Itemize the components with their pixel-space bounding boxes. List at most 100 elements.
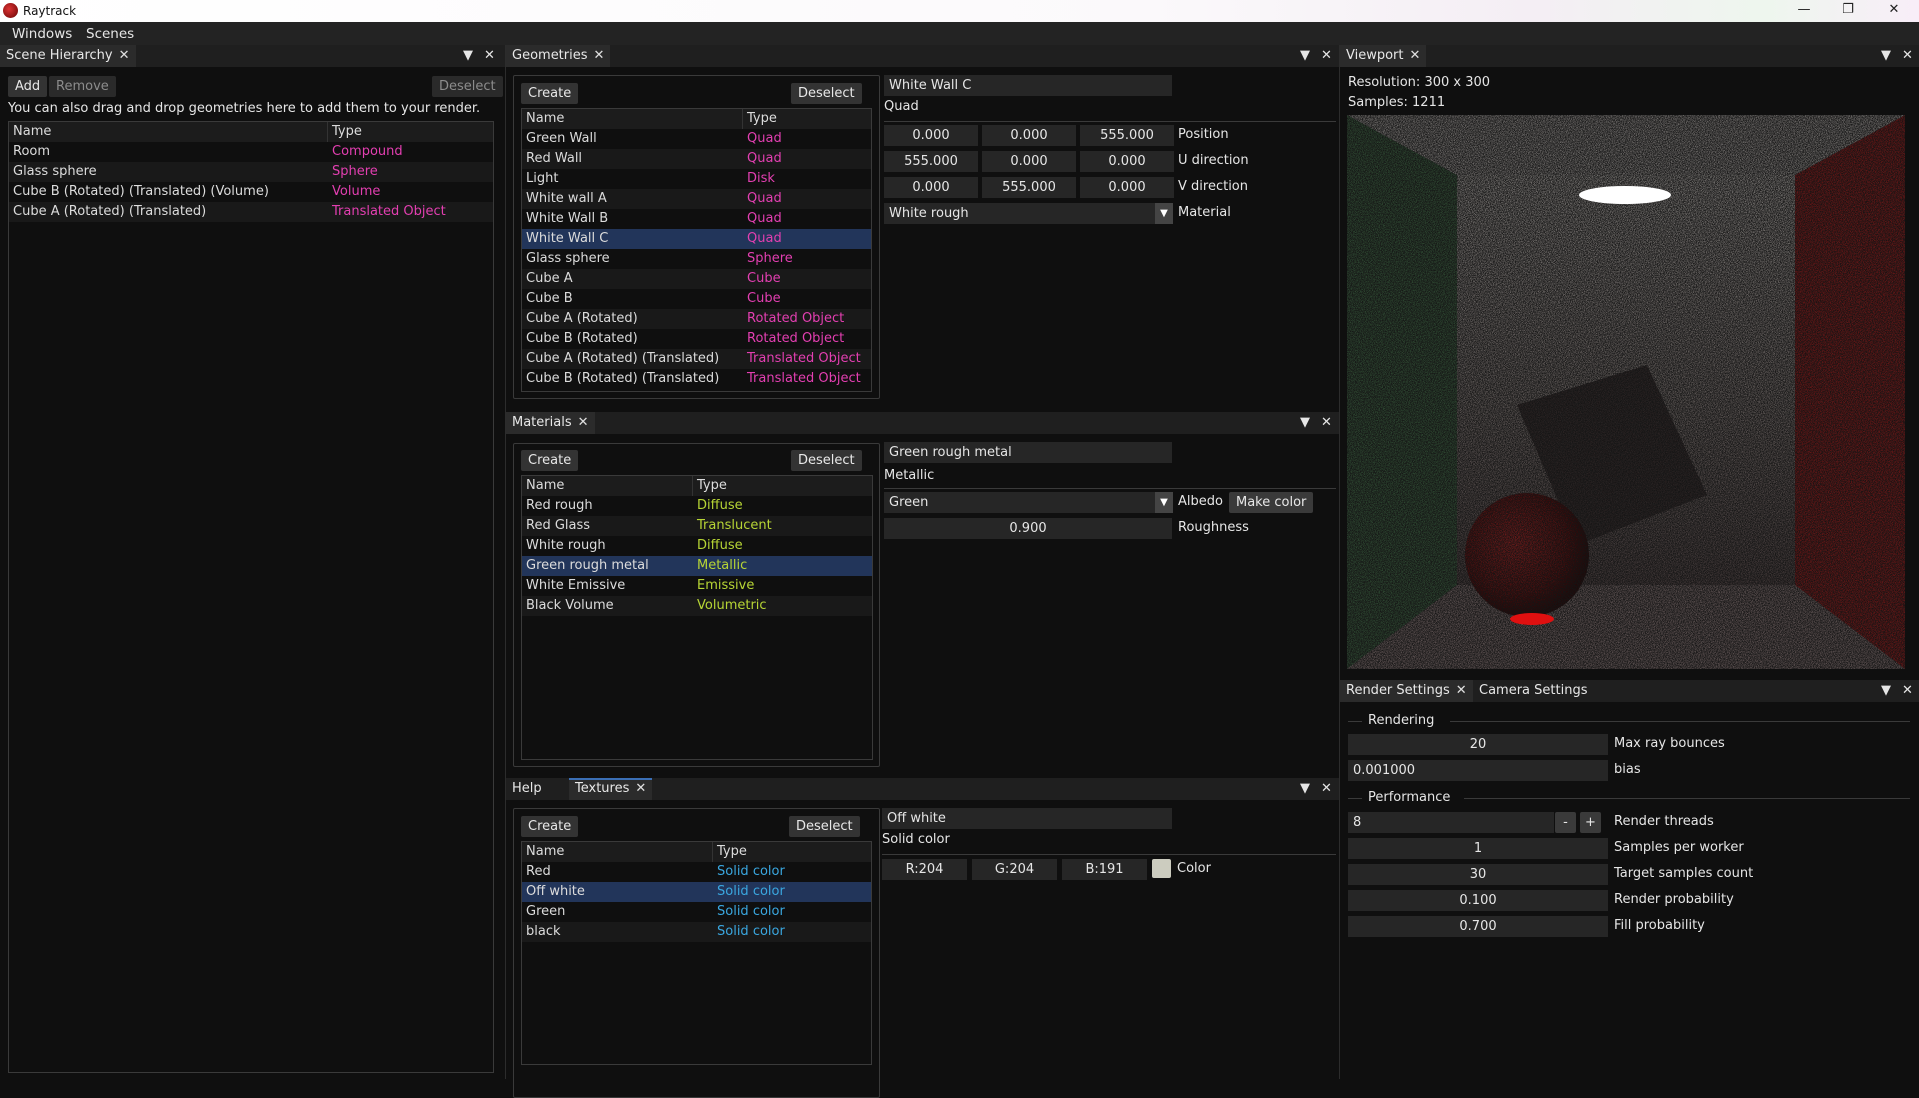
tab-help[interactable]: Help <box>506 778 548 800</box>
table-row[interactable]: Cube A (Rotated) (Translated) Translated… <box>9 202 493 222</box>
close-panel-icon[interactable]: ✕ <box>1321 781 1332 796</box>
table-row[interactable]: Red Glass Translucent <box>522 516 872 536</box>
v-z-input[interactable]: 0.000 <box>1080 177 1174 198</box>
table-row[interactable]: Red rough Diffuse <box>522 496 872 516</box>
decrement-button[interactable]: - <box>1555 812 1576 833</box>
table-row-selected[interactable]: White Wall C Quad <box>522 229 871 249</box>
u-z-input[interactable]: 0.000 <box>1080 151 1174 172</box>
column-name[interactable]: Name <box>13 122 51 142</box>
deselect-button[interactable]: Deselect <box>432 76 503 97</box>
table-row[interactable]: Cube B (Rotated) (Translated) Translated … <box>522 369 871 389</box>
u-y-input[interactable]: 0.000 <box>982 151 1076 172</box>
table-row[interactable]: White rough Diffuse <box>522 536 872 556</box>
tab-scene-hierarchy[interactable]: Scene Hierarchy ✕ <box>0 45 136 67</box>
blue-channel-input[interactable]: B:191 <box>1062 859 1147 880</box>
tab-camera-settings[interactable]: Camera Settings <box>1473 680 1593 702</box>
panel-menu-icon[interactable]: ▼ <box>1881 48 1891 63</box>
render-image[interactable] <box>1347 115 1905 669</box>
panel-menu-icon[interactable]: ▼ <box>1881 683 1891 698</box>
table-row[interactable]: Cube B Cube <box>522 289 871 309</box>
panel-menu-icon[interactable]: ▼ <box>1300 48 1310 63</box>
table-row[interactable]: White Wall B Quad <box>522 209 871 229</box>
target-samples-input[interactable]: 30 <box>1348 864 1608 885</box>
geometry-name-input[interactable]: White Wall C <box>884 75 1172 96</box>
column-type[interactable]: Type <box>697 476 727 496</box>
table-row[interactable]: Cube A Cube <box>522 269 871 289</box>
position-z-input[interactable]: 555.000 <box>1080 125 1174 146</box>
remove-button[interactable]: Remove <box>49 76 116 97</box>
table-row[interactable]: Room Compound <box>9 142 493 162</box>
close-tab-icon[interactable]: ✕ <box>119 48 130 63</box>
bias-input[interactable]: 0.001000 <box>1348 760 1608 781</box>
panel-menu-icon[interactable]: ▼ <box>463 48 473 63</box>
column-name[interactable]: Name <box>526 842 564 862</box>
tab-geometries[interactable]: Geometries ✕ <box>506 45 611 67</box>
table-row[interactable]: White wall A Quad <box>522 189 871 209</box>
tab-viewport[interactable]: Viewport ✕ <box>1340 45 1427 67</box>
add-button[interactable]: Add <box>8 76 48 97</box>
close-panel-icon[interactable]: ✕ <box>484 48 495 63</box>
close-panel-icon[interactable]: ✕ <box>1321 415 1332 430</box>
table-row[interactable]: Green Solid color <box>522 902 871 922</box>
render-threads-input[interactable]: 8 <box>1348 812 1554 833</box>
minimize-icon[interactable]: — <box>1782 0 1826 22</box>
table-row[interactable]: Cube A (Rotated) (Translated) Translated … <box>522 349 871 369</box>
make-color-button[interactable]: Make color <box>1229 492 1314 513</box>
increment-button[interactable]: + <box>1580 812 1601 833</box>
close-panel-icon[interactable]: ✕ <box>1902 683 1913 698</box>
table-row[interactable]: Green Wall Quad <box>522 129 871 149</box>
render-probability-input[interactable]: 0.100 <box>1348 890 1608 911</box>
table-row[interactable]: black Solid color <box>522 922 871 942</box>
samples-per-worker-input[interactable]: 1 <box>1348 838 1608 859</box>
maximize-icon[interactable]: ❐ <box>1826 0 1870 22</box>
table-row-selected[interactable]: Green rough metal Metallic <box>522 556 872 576</box>
chevron-down-icon[interactable]: ▼ <box>1155 492 1173 513</box>
close-tab-icon[interactable]: ✕ <box>635 781 646 796</box>
green-channel-input[interactable]: G:204 <box>972 859 1057 880</box>
table-row[interactable]: Cube B (Rotated) Rotated Object <box>522 329 871 349</box>
tab-textures[interactable]: Textures ✕ <box>569 778 653 800</box>
fill-probability-input[interactable]: 0.700 <box>1348 916 1608 937</box>
v-y-input[interactable]: 555.000 <box>982 177 1076 198</box>
position-y-input[interactable]: 0.000 <box>982 125 1076 146</box>
column-name[interactable]: Name <box>526 109 564 129</box>
close-tab-icon[interactable]: ✕ <box>1410 48 1421 63</box>
close-tab-icon[interactable]: ✕ <box>594 48 605 63</box>
table-row[interactable]: Cube B (Rotated) (Translated) (Volume) V… <box>9 182 493 202</box>
deselect-button[interactable]: Deselect <box>791 450 862 471</box>
table-row[interactable]: Glass sphere Sphere <box>9 162 493 182</box>
max-bounces-input[interactable]: 20 <box>1348 734 1608 755</box>
column-type[interactable]: Type <box>332 122 362 142</box>
albedo-select[interactable]: Green <box>884 492 1155 513</box>
material-name-input[interactable]: Green rough metal <box>884 442 1172 463</box>
tab-render-settings[interactable]: Render Settings ✕ <box>1340 680 1473 702</box>
create-button[interactable]: Create <box>521 816 579 837</box>
close-window-icon[interactable]: ✕ <box>1872 0 1916 22</box>
deselect-button[interactable]: Deselect <box>791 83 862 104</box>
close-tab-icon[interactable]: ✕ <box>578 415 589 430</box>
menu-scenes[interactable]: Scenes <box>86 26 134 42</box>
close-tab-icon[interactable]: ✕ <box>1456 683 1467 698</box>
material-select[interactable]: White rough <box>884 203 1155 224</box>
table-row[interactable]: White Emissive Emissive <box>522 576 872 596</box>
menu-windows[interactable]: Windows <box>12 26 72 42</box>
table-row[interactable]: Red Wall Quad <box>522 149 871 169</box>
table-row[interactable]: Black Volume Volumetric <box>522 596 872 616</box>
column-type[interactable]: Type <box>717 842 747 862</box>
column-name[interactable]: Name <box>526 476 564 496</box>
column-type[interactable]: Type <box>747 109 777 129</box>
create-button[interactable]: Create <box>521 83 579 104</box>
table-row[interactable]: Red Solid color <box>522 862 871 882</box>
create-button[interactable]: Create <box>521 450 579 471</box>
roughness-input[interactable]: 0.900 <box>884 518 1172 539</box>
table-row[interactable]: Light Disk <box>522 169 871 189</box>
position-x-input[interactable]: 0.000 <box>884 125 978 146</box>
table-row[interactable]: Glass sphere Sphere <box>522 249 871 269</box>
panel-menu-icon[interactable]: ▼ <box>1300 415 1310 430</box>
u-x-input[interactable]: 555.000 <box>884 151 978 172</box>
texture-name-input[interactable]: Off white <box>882 808 1172 829</box>
table-row-selected[interactable]: Off white Solid color <box>522 882 871 902</box>
tab-materials[interactable]: Materials ✕ <box>506 412 595 434</box>
red-channel-input[interactable]: R:204 <box>882 859 967 880</box>
v-x-input[interactable]: 0.000 <box>884 177 978 198</box>
